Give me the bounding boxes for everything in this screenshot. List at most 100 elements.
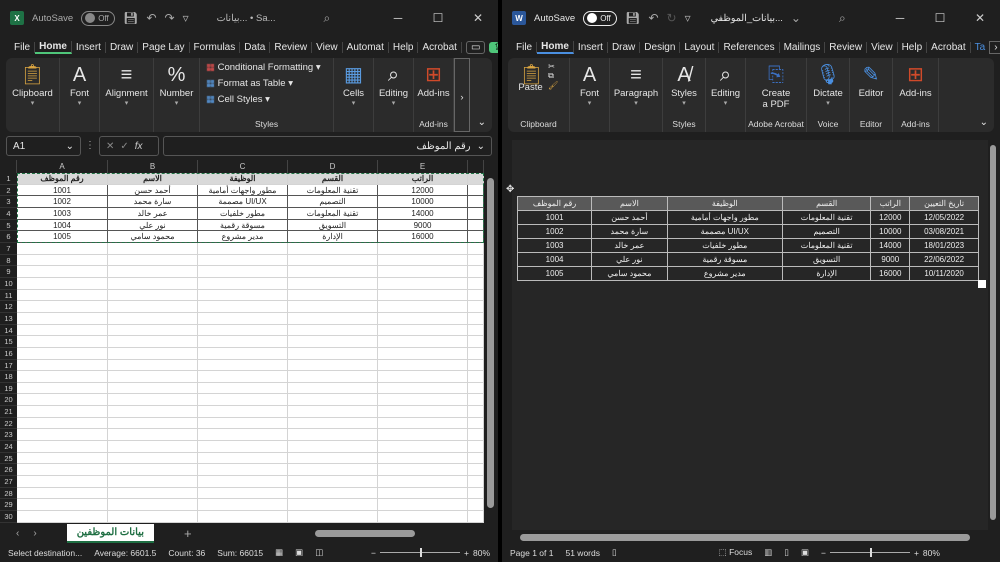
cell[interactable] <box>198 488 288 500</box>
cell[interactable] <box>17 429 108 441</box>
cell[interactable] <box>378 453 468 465</box>
tab-data[interactable]: Data <box>240 42 270 53</box>
tab-draw[interactable]: Draw <box>608 42 640 53</box>
cell[interactable]: القسم <box>288 173 378 185</box>
cell[interactable] <box>108 418 198 430</box>
cell[interactable] <box>468 290 484 302</box>
cell[interactable] <box>198 266 288 278</box>
cell[interactable] <box>198 464 288 476</box>
table-cell[interactable]: مطور واجهات أمامية <box>667 211 782 225</box>
cell[interactable] <box>198 499 288 511</box>
table-cell[interactable]: نور علي <box>592 253 667 267</box>
cell[interactable] <box>17 360 108 372</box>
cell[interactable] <box>378 499 468 511</box>
cell[interactable] <box>288 441 378 453</box>
ribbon-more-button[interactable]: › <box>454 58 470 132</box>
cell[interactable] <box>17 488 108 500</box>
cell[interactable]: أحمد حسن <box>108 185 198 197</box>
cell[interactable] <box>378 429 468 441</box>
tab-table[interactable]: Ta <box>971 42 990 53</box>
vertical-scrollbar[interactable] <box>988 140 998 530</box>
cell[interactable] <box>378 511 468 523</box>
tab-file[interactable]: File <box>10 42 35 53</box>
status-page[interactable]: Page 1 of 1 <box>510 548 553 558</box>
cell[interactable]: الإدارة <box>288 231 378 243</box>
cell[interactable] <box>198 348 288 360</box>
tab-review[interactable]: Review <box>825 42 867 53</box>
autosave-toggle[interactable]: Off <box>81 11 115 26</box>
cell[interactable] <box>468 429 484 441</box>
cell[interactable] <box>17 371 108 383</box>
row-header[interactable]: 2 <box>0 185 17 197</box>
row-header[interactable]: 26 <box>0 464 17 476</box>
cell[interactable] <box>108 325 198 337</box>
cell[interactable] <box>288 243 378 255</box>
row-header[interactable]: 16 <box>0 348 17 360</box>
table-cell[interactable]: مصممة UI/UX <box>667 225 782 239</box>
cell[interactable] <box>17 301 108 313</box>
table-cell[interactable]: 16000 <box>871 267 910 281</box>
save-icon[interactable]: 💾︎ <box>625 11 640 25</box>
table-cell[interactable]: 22/06/2022 <box>910 253 979 267</box>
cell[interactable] <box>468 360 484 372</box>
table-cell[interactable]: سارة محمد <box>592 225 667 239</box>
row-header[interactable]: 25 <box>0 453 17 465</box>
cell[interactable] <box>108 290 198 302</box>
tab-page-layout[interactable]: Page Lay <box>138 42 189 53</box>
prev-sheet-icon[interactable]: ‹ <box>16 528 19 539</box>
number-button[interactable]: %Number▾ <box>154 58 200 132</box>
cell[interactable] <box>468 511 484 523</box>
paragraph-button[interactable]: ≡Paragraph▾ <box>610 58 663 132</box>
cell[interactable]: مدير مشروع <box>198 231 288 243</box>
cell[interactable] <box>108 348 198 360</box>
tab-view[interactable]: View <box>312 42 343 53</box>
cell[interactable] <box>288 266 378 278</box>
cell[interactable]: 12000 <box>378 185 468 197</box>
cell[interactable] <box>378 394 468 406</box>
undo-icon[interactable]: ↶ <box>648 11 658 25</box>
cell[interactable]: نور علي <box>108 220 198 232</box>
cell[interactable] <box>108 511 198 523</box>
search-icon[interactable]: ⌕ <box>839 11 846 26</box>
cell[interactable] <box>198 476 288 488</box>
cell[interactable] <box>468 383 484 395</box>
cell[interactable] <box>17 464 108 476</box>
cell[interactable] <box>108 301 198 313</box>
cell[interactable] <box>108 488 198 500</box>
cell[interactable] <box>17 383 108 395</box>
tab-acrobat[interactable]: Acrobat <box>418 42 461 53</box>
cell[interactable]: 9000 <box>378 220 468 232</box>
cell[interactable] <box>378 348 468 360</box>
cell[interactable] <box>468 476 484 488</box>
insert-function-icon[interactable]: fx <box>135 141 143 152</box>
cell[interactable] <box>288 371 378 383</box>
cell[interactable]: 10000 <box>378 196 468 208</box>
cell[interactable] <box>17 278 108 290</box>
cell[interactable] <box>378 301 468 313</box>
cell[interactable] <box>108 406 198 418</box>
row-header[interactable]: 4 <box>0 208 17 220</box>
collapse-ribbon-icon[interactable]: ⌄ <box>974 117 994 132</box>
cell[interactable] <box>108 441 198 453</box>
row-header[interactable]: 6 <box>0 231 17 243</box>
cell[interactable]: 1004 <box>17 220 108 232</box>
cell[interactable] <box>288 336 378 348</box>
table-resize-handle[interactable] <box>978 280 986 288</box>
row-header[interactable]: 3 <box>0 196 17 208</box>
cell[interactable] <box>17 313 108 325</box>
cell[interactable] <box>108 336 198 348</box>
addins-button[interactable]: ⊞Add-insAdd-ins <box>893 58 939 132</box>
tab-mailings[interactable]: Mailings <box>780 42 826 53</box>
tab-help[interactable]: Help <box>898 42 928 53</box>
table-cell[interactable]: 1005 <box>518 267 592 281</box>
cell[interactable] <box>468 418 484 430</box>
row-header[interactable]: 17 <box>0 360 17 372</box>
cell[interactable] <box>378 441 468 453</box>
row-header[interactable]: 5 <box>0 220 17 232</box>
cell[interactable] <box>288 348 378 360</box>
cell[interactable] <box>468 313 484 325</box>
table-cell[interactable]: 12/05/2022 <box>910 211 979 225</box>
row-header[interactable]: 8 <box>0 255 17 267</box>
cell[interactable] <box>378 278 468 290</box>
cancel-icon[interactable]: ✕ <box>106 141 114 152</box>
